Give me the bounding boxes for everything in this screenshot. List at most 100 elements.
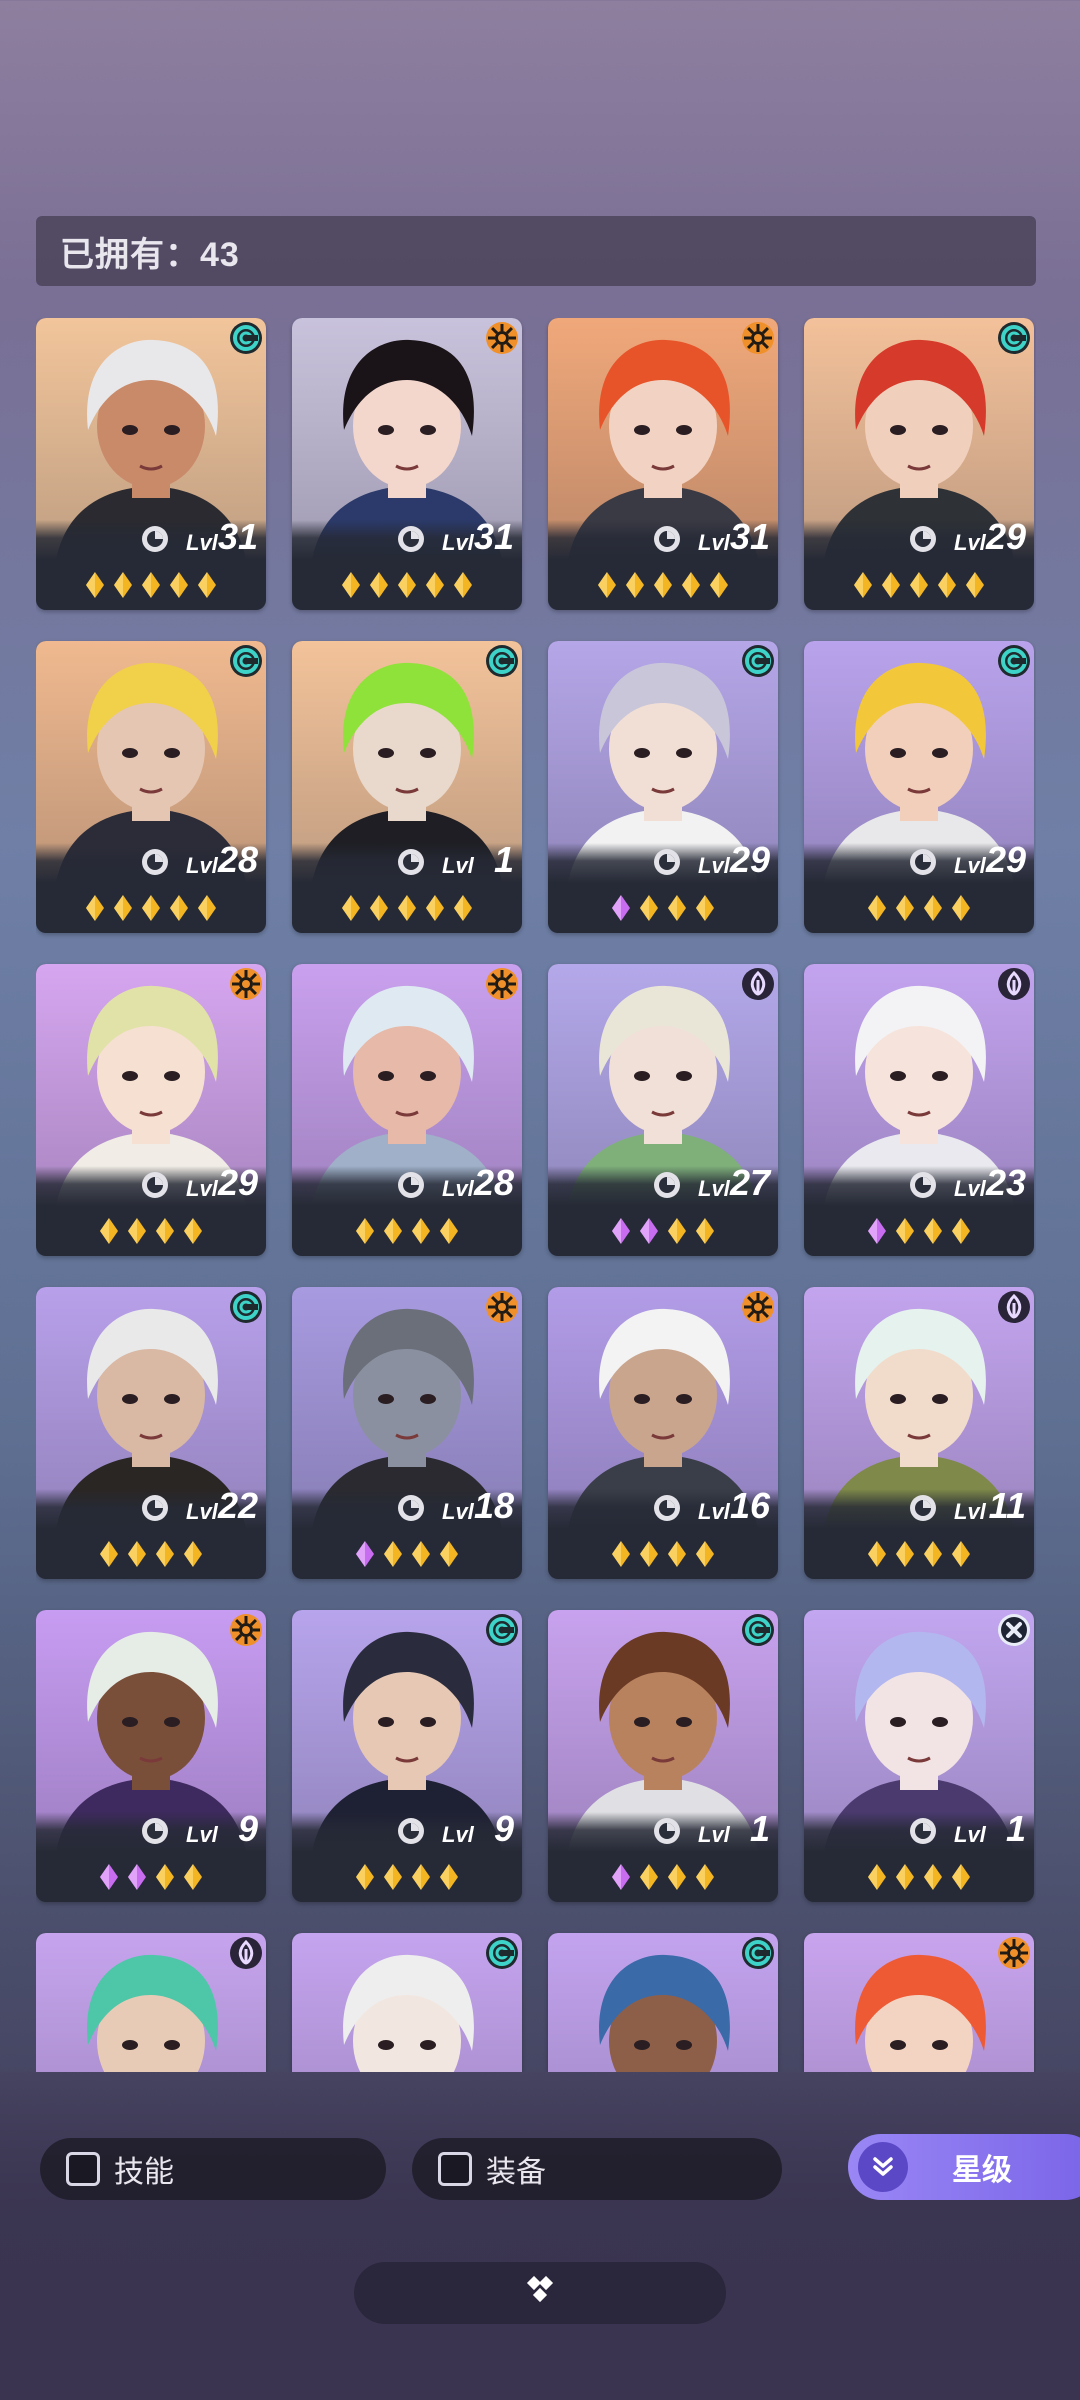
- hero-card[interactable]: Lvl 11: [804, 1287, 1034, 1579]
- gold-star-gem-icon: [596, 571, 618, 599]
- star-rating: [292, 568, 522, 602]
- skill-filter[interactable]: 技能: [40, 2138, 386, 2200]
- hero-card[interactable]: [548, 1933, 778, 2072]
- gold-star-gem-icon: [354, 1863, 376, 1891]
- level-label: Lvl: [698, 1176, 730, 1201]
- gold-star-gem-icon: [168, 571, 190, 599]
- level-gauge-icon: [142, 1818, 168, 1844]
- gold-star-gem-icon: [168, 894, 190, 922]
- level-label: Lvl: [442, 1499, 474, 1524]
- level-label: Lvl: [442, 530, 474, 555]
- gold-star-gem-icon: [680, 571, 702, 599]
- hero-card[interactable]: Lvl 31: [292, 318, 522, 610]
- gold-star-gem-icon: [894, 1863, 916, 1891]
- spiral-class-icon: [228, 643, 264, 679]
- hero-card[interactable]: Lvl 29: [804, 318, 1034, 610]
- star-rating: [36, 1537, 266, 1571]
- star-sort-button[interactable]: 星级: [848, 2134, 1080, 2200]
- star-rating: [36, 568, 266, 602]
- hero-level: 1: [1005, 1808, 1026, 1849]
- star-rating: [804, 1214, 1034, 1248]
- gold-star-gem-icon: [438, 1217, 460, 1245]
- star-rating: [548, 891, 778, 925]
- level-gauge-icon: [654, 526, 680, 552]
- gold-star-gem-icon: [112, 894, 134, 922]
- star-rating: [36, 891, 266, 925]
- gold-star-gem-icon: [182, 1540, 204, 1568]
- star-rating: [36, 1214, 266, 1248]
- gold-star-gem-icon: [936, 571, 958, 599]
- equipment-filter[interactable]: 装备: [412, 2138, 782, 2200]
- level-label: Lvl: [954, 853, 986, 878]
- hero-card[interactable]: Lvl 22: [36, 1287, 266, 1579]
- gold-star-gem-icon: [694, 1217, 716, 1245]
- level-gauge-icon: [910, 526, 936, 552]
- level-gauge-icon: [654, 1495, 680, 1521]
- hero-card[interactable]: Lvl 29: [548, 641, 778, 933]
- hero-card[interactable]: Lvl 1: [548, 1610, 778, 1902]
- level-label: Lvl: [698, 853, 730, 878]
- star-rating: [548, 1860, 778, 1894]
- hero-card[interactable]: [292, 1933, 522, 2072]
- gold-star-gem-icon: [866, 1863, 888, 1891]
- gold-star-gem-icon: [154, 1217, 176, 1245]
- gold-star-gem-icon: [950, 894, 972, 922]
- hero-level: 1: [749, 1808, 770, 1849]
- hero-card[interactable]: Lvl 28: [292, 964, 522, 1256]
- gold-star-gem-icon: [382, 1863, 404, 1891]
- hero-card[interactable]: Lvl 16: [548, 1287, 778, 1579]
- hero-card[interactable]: Lvl 18: [292, 1287, 522, 1579]
- hero-grid[interactable]: Lvl 31 Lvl 31 Lvl 31 Lvl 29 Lvl 28 Lvl 1 Lvl 29 Lvl 29 L…: [36, 318, 1036, 2072]
- hero-level: 29: [217, 1162, 258, 1203]
- collapse-button[interactable]: [354, 2262, 726, 2324]
- hero-card[interactable]: Lvl 31: [36, 318, 266, 610]
- spiral-class-icon: [228, 320, 264, 356]
- sun-class-icon: [228, 1612, 264, 1648]
- skill-checkbox[interactable]: [66, 2152, 100, 2186]
- gold-star-gem-icon: [182, 1217, 204, 1245]
- star-rating: [548, 568, 778, 602]
- gold-star-gem-icon: [694, 1863, 716, 1891]
- hero-card[interactable]: [804, 1933, 1034, 2072]
- star-rating: [548, 1214, 778, 1248]
- hero-level: 1: [493, 839, 514, 880]
- gold-star-gem-icon: [950, 1863, 972, 1891]
- level-gauge-icon: [142, 849, 168, 875]
- spiral-class-icon: [228, 1289, 264, 1325]
- gold-star-gem-icon: [410, 1540, 432, 1568]
- level-gauge-icon: [398, 849, 424, 875]
- gold-star-gem-icon: [894, 894, 916, 922]
- gold-star-gem-icon: [126, 1217, 148, 1245]
- gold-star-gem-icon: [452, 894, 474, 922]
- hero-card[interactable]: Lvl 31: [548, 318, 778, 610]
- hero-card[interactable]: Lvl 29: [804, 641, 1034, 933]
- gold-star-gem-icon: [964, 571, 986, 599]
- level-gauge-icon: [910, 849, 936, 875]
- level-gauge-icon: [654, 1818, 680, 1844]
- equipment-checkbox[interactable]: [438, 2152, 472, 2186]
- level-label: Lvl: [698, 530, 730, 555]
- level-label: Lvl: [442, 1822, 474, 1847]
- hero-card[interactable]: [36, 1933, 266, 2072]
- hero-card[interactable]: Lvl 29: [36, 964, 266, 1256]
- star-rating: [804, 1860, 1034, 1894]
- level-label: Lvl: [186, 853, 218, 878]
- gold-star-gem-icon: [652, 571, 674, 599]
- hero-card[interactable]: Lvl 27: [548, 964, 778, 1256]
- level-label: Lvl: [698, 1499, 730, 1524]
- gold-star-gem-icon: [424, 894, 446, 922]
- gold-star-gem-icon: [196, 894, 218, 922]
- hero-level: 9: [237, 1808, 258, 1849]
- hero-card[interactable]: Lvl 1: [292, 641, 522, 933]
- hero-card[interactable]: Lvl 23: [804, 964, 1034, 1256]
- owned-count: 已拥有：43: [36, 216, 1036, 286]
- hero-card[interactable]: Lvl 28: [36, 641, 266, 933]
- level-gauge-icon: [398, 1495, 424, 1521]
- purple-star-gem-icon: [610, 1863, 632, 1891]
- hero-card[interactable]: Lvl 9: [292, 1610, 522, 1902]
- level-label: Lvl: [442, 1176, 474, 1201]
- hero-card[interactable]: Lvl 1: [804, 1610, 1034, 1902]
- gold-star-gem-icon: [382, 1540, 404, 1568]
- skill-filter-label: 技能: [114, 2156, 174, 2189]
- hero-card[interactable]: Lvl 9: [36, 1610, 266, 1902]
